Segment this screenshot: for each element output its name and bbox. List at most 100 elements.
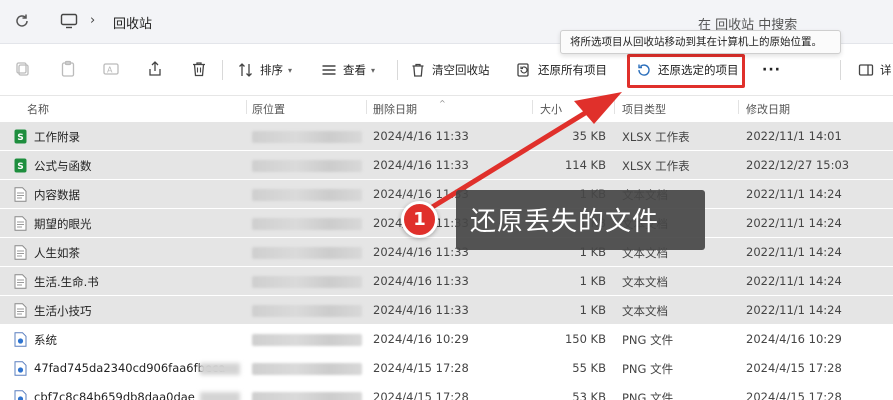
name-redaction bbox=[200, 392, 240, 400]
details-pane-icon bbox=[858, 64, 874, 76]
empty-recycle-bin-button[interactable]: 清空回收站 bbox=[410, 58, 490, 82]
toolbar-divider bbox=[222, 60, 223, 80]
text-doc-icon bbox=[14, 216, 27, 231]
column-divider[interactable] bbox=[532, 100, 533, 114]
file-name: cbf7c8c84b659db8daa0dae bbox=[34, 390, 195, 400]
file-size: 35 KB bbox=[572, 129, 606, 143]
modified-date: 2024/4/15 17:28 bbox=[746, 361, 842, 375]
chevron-down-icon: ▾ bbox=[288, 65, 293, 75]
step-number: 1 bbox=[413, 209, 426, 230]
file-type: PNG 文件 bbox=[622, 362, 674, 376]
table-row[interactable]: S 公式与函数 2024/4/16 11:33 114 KB XLSX 工作表 2022/… bbox=[0, 151, 893, 180]
column-header-deleted[interactable]: 删除日期 bbox=[373, 101, 417, 117]
table-row[interactable]: 人生如茶 2024/4/16 11:33 1 KB 文本文档 2022/11/1 14:… bbox=[0, 238, 893, 267]
original-location-redacted bbox=[252, 305, 362, 317]
modified-date: 2024/4/16 10:29 bbox=[746, 332, 842, 346]
modified-date: 2022/12/27 15:03 bbox=[746, 158, 850, 172]
file-name: 内容数据 bbox=[34, 188, 80, 202]
table-row[interactable]: 生活小技巧 2024/4/16 11:33 1 KB 文本文档 2022/11/1 14… bbox=[0, 296, 893, 325]
file-type: 文本文档 bbox=[622, 304, 668, 318]
file-name: 公式与函数 bbox=[34, 159, 92, 173]
step-badge: 1 bbox=[401, 201, 438, 238]
view-button[interactable]: 查看 ▾ bbox=[321, 58, 375, 82]
breadcrumb-recycle-bin[interactable]: 回收站 bbox=[113, 13, 152, 32]
column-header-modified[interactable]: 修改日期 bbox=[746, 101, 790, 117]
column-header-size[interactable]: 大小 bbox=[540, 101, 562, 117]
restore-all-icon bbox=[517, 63, 529, 77]
original-location-redacted bbox=[252, 189, 362, 201]
original-location-redacted bbox=[252, 276, 362, 288]
table-row[interactable]: 系统 2024/4/16 10:29 150 KB PNG 文件 2024/4/16 1… bbox=[0, 325, 893, 354]
original-location-redacted bbox=[252, 160, 362, 172]
deleted-date: 2024/4/15 17:28 bbox=[373, 361, 469, 375]
breadcrumb-chevron-icon: › bbox=[90, 13, 96, 28]
file-name: 系统 bbox=[34, 333, 57, 347]
file-name: 期望的眼光 bbox=[34, 217, 92, 231]
delete-icon[interactable] bbox=[190, 60, 208, 78]
monitor-icon[interactable] bbox=[60, 12, 78, 30]
restore-selected-highlight bbox=[627, 54, 745, 88]
view-list-icon bbox=[322, 65, 336, 75]
file-type: PNG 文件 bbox=[622, 391, 674, 400]
sort-caret-icon: ^ bbox=[439, 99, 446, 108]
file-name: 生活.生命.书 bbox=[34, 275, 99, 289]
deleted-date: 2024/4/15 17:28 bbox=[373, 390, 469, 400]
modified-date: 2022/11/1 14:24 bbox=[746, 187, 842, 201]
column-header-type[interactable]: 项目类型 bbox=[622, 101, 666, 117]
sort-label: 排序 bbox=[260, 63, 283, 77]
file-size: 114 KB bbox=[564, 158, 606, 172]
file-size: 55 KB bbox=[572, 361, 606, 375]
empty-recycle-bin-label: 清空回收站 bbox=[432, 63, 490, 77]
more-options-button[interactable]: ··· bbox=[762, 58, 781, 82]
column-header-name[interactable]: 名称 bbox=[27, 101, 49, 117]
deleted-date: 2024/4/16 11:33 bbox=[373, 187, 469, 201]
column-divider[interactable] bbox=[614, 100, 615, 114]
original-location-redacted bbox=[252, 247, 362, 259]
file-size: 1 KB bbox=[579, 274, 606, 288]
column-divider[interactable] bbox=[366, 100, 367, 114]
callout-box: 还原丢失的文件 bbox=[456, 190, 705, 250]
text-doc-icon bbox=[14, 245, 27, 260]
copy-icon[interactable] bbox=[14, 60, 32, 78]
table-row[interactable]: 内容数据2024/4/16 11:331 KB文本文档2022/11/1 14:… bbox=[0, 180, 893, 209]
original-location-redacted bbox=[252, 218, 362, 230]
original-location-redacted bbox=[252, 334, 362, 346]
rename-icon[interactable]: A bbox=[102, 60, 120, 78]
sort-button[interactable]: 排序 ▾ bbox=[238, 58, 292, 82]
modified-date: 2022/11/1 14:24 bbox=[746, 245, 842, 259]
details-pane-button[interactable]: 详 bbox=[858, 58, 892, 82]
deleted-date: 2024/4/16 11:33 bbox=[373, 245, 469, 259]
deleted-date: 2024/4/16 11:33 bbox=[373, 158, 469, 172]
restore-all-button[interactable]: 还原所有项目 bbox=[516, 58, 607, 82]
table-row[interactable]: cbf7c8c84b659db8daa0dae 2024/4/15 17:28 53… bbox=[0, 383, 893, 400]
share-icon[interactable] bbox=[146, 60, 164, 78]
column-divider[interactable] bbox=[246, 100, 247, 114]
original-location-redacted bbox=[252, 363, 362, 375]
original-location-redacted bbox=[252, 131, 362, 143]
text-doc-icon bbox=[14, 187, 27, 202]
refresh-icon[interactable] bbox=[13, 12, 31, 30]
file-type: XLSX 工作表 bbox=[622, 159, 690, 173]
trash-icon bbox=[412, 63, 424, 77]
paste-icon[interactable] bbox=[59, 60, 77, 78]
image-file-icon bbox=[14, 361, 27, 376]
file-type: PNG 文件 bbox=[622, 333, 674, 347]
callout-text: 还原丢失的文件 bbox=[470, 207, 660, 237]
file-type: 文本文档 bbox=[622, 275, 668, 289]
chevron-down-icon: ▾ bbox=[371, 65, 376, 75]
image-file-icon bbox=[14, 390, 27, 400]
table-row[interactable]: 生活.生命.书 2024/4/16 11:33 1 KB 文本文档 2022/11/1 … bbox=[0, 267, 893, 296]
table-row[interactable]: S 工作附录 2024/4/16 11:33 35 KB XLSX 工作表 2022/11… bbox=[0, 122, 893, 151]
text-doc-icon bbox=[14, 274, 27, 289]
table-row[interactable]: 期望的眼光2024/4/16 11:331 KB文本文档2022/11/1 14… bbox=[0, 209, 893, 238]
modified-date: 2022/11/1 14:24 bbox=[746, 216, 842, 230]
file-name: 生活小技巧 bbox=[34, 304, 92, 318]
file-type: XLSX 工作表 bbox=[622, 130, 690, 144]
table-row[interactable]: 47fad745da2340cd906faa6fbeca 2024/4/15 17… bbox=[0, 354, 893, 383]
file-name: 47fad745da2340cd906faa6fbeca bbox=[34, 361, 226, 375]
column-divider[interactable] bbox=[738, 100, 739, 114]
modified-date: 2022/11/1 14:24 bbox=[746, 303, 842, 317]
column-header-location[interactable]: 原位置 bbox=[252, 101, 285, 117]
image-file-icon bbox=[14, 332, 27, 347]
sort-icon bbox=[239, 63, 252, 77]
